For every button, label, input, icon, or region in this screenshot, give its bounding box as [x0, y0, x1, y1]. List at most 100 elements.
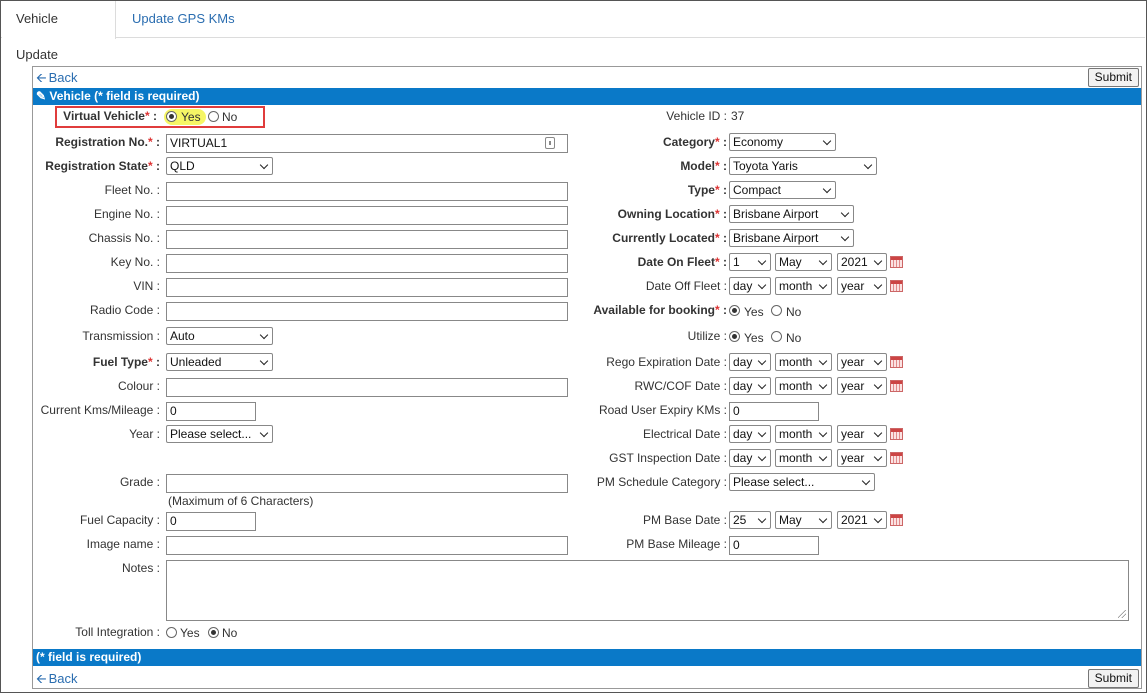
category-select[interactable]: Economy	[729, 133, 836, 151]
available-booking-no-radio[interactable]	[771, 305, 782, 316]
pm-base-date-month-select[interactable]: May	[775, 511, 832, 529]
gst-inspection-label: GST Inspection Date :	[609, 451, 727, 465]
form-footer-bar: (* field is required)	[33, 649, 1141, 666]
electrical-date-month-select[interactable]: month	[775, 425, 832, 443]
vin-label: VIN :	[133, 279, 160, 293]
radio-code-label: Radio Code :	[89, 303, 160, 317]
colour-input[interactable]	[166, 378, 568, 397]
vin-input[interactable]	[166, 278, 568, 297]
registration-no-input[interactable]: VIRTUAL1	[166, 134, 568, 153]
rego-expiration-year-select[interactable]: year	[837, 353, 887, 371]
transmission-select[interactable]: Auto	[166, 327, 273, 345]
virtual-vehicle-no-label: No	[222, 110, 238, 124]
available-booking-yes-radio[interactable]	[729, 305, 740, 316]
keyboard-icon[interactable]	[545, 137, 555, 149]
owning-location-select[interactable]: Brisbane Airport	[729, 205, 854, 223]
image-name-input[interactable]	[166, 536, 568, 555]
engine-no-input[interactable]	[166, 206, 568, 225]
submit-button-top[interactable]: Submit	[1087, 68, 1139, 87]
chassis-no-input[interactable]	[166, 230, 568, 249]
toll-integration-yes-label: Yes	[180, 626, 200, 640]
vehicle-id-label: Vehicle ID :	[666, 109, 727, 123]
date-on-fleet-label: Date On Fleet* :	[637, 255, 727, 269]
back-link-bottom[interactable]: 🡨 Back	[36, 670, 77, 692]
rwc-cof-year-select[interactable]: year	[837, 377, 887, 395]
registration-no-label: Registration No.* :	[55, 135, 160, 149]
utilize-yes-radio[interactable]	[729, 331, 740, 342]
fuel-capacity-input[interactable]: 0	[166, 512, 256, 531]
resize-grip-icon[interactable]	[1118, 610, 1126, 618]
date-on-fleet-month-select[interactable]: May	[775, 253, 832, 271]
pm-base-mileage-input[interactable]: 0	[729, 536, 819, 555]
electrical-date-year-select[interactable]: year	[837, 425, 887, 443]
currently-located-label: Currently Located* :	[612, 231, 727, 245]
calendar-icon[interactable]	[890, 280, 903, 292]
calendar-icon[interactable]	[890, 428, 903, 440]
notes-textarea[interactable]	[166, 560, 1129, 621]
date-off-fleet-month-select[interactable]: month	[775, 277, 832, 295]
utilize-yes-label: Yes	[744, 331, 764, 345]
road-user-expiry-input[interactable]: 0	[729, 402, 819, 421]
date-on-fleet-day-select[interactable]: 1	[729, 253, 771, 271]
gst-inspection-day-select[interactable]: day	[729, 449, 771, 467]
type-select[interactable]: Compact	[729, 181, 836, 199]
rego-expiration-day-select[interactable]: day	[729, 353, 771, 371]
grade-input[interactable]	[166, 474, 568, 493]
gst-inspection-month-select[interactable]: month	[775, 449, 832, 467]
registration-state-select[interactable]: QLD	[166, 157, 273, 175]
date-off-fleet-label: Date Off Fleet :	[645, 279, 727, 293]
virtual-vehicle-no-radio[interactable]	[208, 111, 219, 122]
radio-code-input[interactable]	[166, 302, 568, 321]
calendar-icon[interactable]	[890, 452, 903, 464]
date-off-fleet-day-select[interactable]: day	[729, 277, 771, 295]
utilize-no-label: No	[786, 331, 802, 345]
model-select[interactable]: Toyota Yaris	[729, 157, 877, 175]
currently-located-select[interactable]: Brisbane Airport	[729, 229, 854, 247]
pm-schedule-category-label: PM Schedule Category :	[596, 475, 727, 489]
pm-schedule-category-select[interactable]: Please select...	[729, 473, 875, 491]
form-header-text: Vehicle (* field is required)	[49, 89, 200, 103]
rego-expiration-month-select[interactable]: month	[775, 353, 832, 371]
fleet-no-input[interactable]	[166, 182, 568, 201]
rwc-cof-month-select[interactable]: month	[775, 377, 832, 395]
calendar-icon[interactable]	[890, 256, 903, 268]
model-label: Model* :	[680, 159, 727, 173]
toll-integration-no-label: No	[222, 626, 238, 640]
calendar-icon[interactable]	[890, 380, 903, 392]
gst-inspection-year-select[interactable]: year	[837, 449, 887, 467]
back-label: Back	[48, 671, 78, 686]
toll-integration-no-radio[interactable]	[208, 627, 219, 638]
grade-label: Grade :	[119, 475, 160, 489]
fuel-capacity-label: Fuel Capacity :	[79, 513, 160, 527]
form-footer-text: (* field is required)	[36, 650, 142, 664]
key-no-input[interactable]	[166, 254, 568, 273]
virtual-vehicle-yes-label: Yes	[181, 110, 201, 124]
virtual-vehicle-yes-radio[interactable]	[166, 111, 177, 122]
electrical-date-label: Electrical Date :	[642, 427, 727, 441]
date-on-fleet-year-select[interactable]: 2021	[837, 253, 887, 271]
utilize-no-radio[interactable]	[771, 331, 782, 342]
calendar-icon[interactable]	[890, 514, 903, 526]
rwc-cof-label: RWC/COF Date :	[634, 379, 727, 393]
current-kms-input[interactable]: 0	[166, 402, 256, 421]
back-label: Back	[48, 70, 78, 85]
rwc-cof-day-select[interactable]: day	[729, 377, 771, 395]
tab-vehicle-update[interactable]: Vehicle Update	[2, 1, 116, 62]
electrical-date-day-select[interactable]: day	[729, 425, 771, 443]
available-booking-yes-label: Yes	[744, 305, 764, 319]
fleet-no-label: Fleet No. :	[104, 183, 160, 197]
calendar-icon[interactable]	[890, 356, 903, 368]
arrow-left-icon: 🡨	[36, 70, 47, 85]
year-select[interactable]: Please select...	[166, 425, 273, 443]
submit-button-bottom[interactable]: Submit	[1087, 669, 1139, 688]
pm-base-date-day-select[interactable]: 25	[729, 511, 771, 529]
tab-update-gps-kms[interactable]: Update GPS KMs	[118, 1, 249, 38]
available-for-booking-label: Available for booking* :	[593, 303, 727, 317]
road-user-expiry-label: Road User Expiry KMs :	[598, 403, 727, 417]
current-kms-label: Current Kms/Mileage :	[40, 403, 160, 417]
toll-integration-yes-radio[interactable]	[166, 627, 177, 638]
fuel-type-select[interactable]: Unleaded	[166, 353, 273, 371]
pm-base-date-year-select[interactable]: 2021	[837, 511, 887, 529]
pm-base-date-label: PM Base Date :	[642, 513, 727, 527]
date-off-fleet-year-select[interactable]: year	[837, 277, 887, 295]
